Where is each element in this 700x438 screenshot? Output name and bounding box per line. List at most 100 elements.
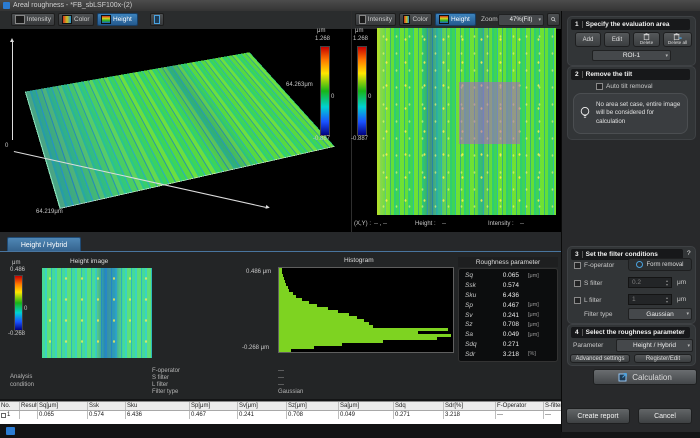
calculation-button[interactable]: Calculation — [593, 369, 697, 385]
chevron-down-icon: ▾ — [687, 343, 690, 349]
table-cell — [20, 411, 38, 419]
height-colorbar-unit: μm — [12, 260, 20, 266]
table-cell: 0.049 — [339, 411, 394, 419]
register-edit-button[interactable]: Register/Edit — [634, 354, 692, 363]
2d-colorbar-unit: μm — [355, 28, 363, 34]
z-axis-line — [12, 42, 13, 140]
chevron-down-icon: ▾ — [538, 17, 541, 23]
trash-icon — [643, 33, 650, 40]
parameter-select[interactable]: Height / Hybrid ▾ — [616, 339, 693, 352]
chevron-down-icon: ▾ — [665, 53, 668, 59]
3d-height-button[interactable]: Height — [97, 13, 138, 26]
form-removal-label: Form removal — [646, 262, 683, 268]
status-xy-label: (X,Y) : — [354, 221, 371, 227]
f-operator-checkbox[interactable] — [574, 262, 581, 269]
section1-header: 1 Specify the evaluation area — [571, 19, 690, 30]
filter-type-select[interactable]: Gaussian ▾ — [628, 308, 692, 320]
3d-colorbar-mid: 0 — [331, 94, 334, 100]
s-filter-checkbox[interactable] — [574, 280, 581, 287]
parameter-label: Parameter — [573, 342, 603, 349]
register-edit-label: Register/Edit — [646, 356, 680, 362]
2d-intensity-button[interactable]: Intensity — [355, 13, 396, 26]
roi-overlay[interactable] — [459, 82, 520, 144]
roughness-row: Sdq0.271 — [459, 339, 557, 349]
2d-intensity-label: Intensity — [368, 16, 392, 23]
info-box: No area set case, entire image will be c… — [573, 93, 688, 134]
3d-colorbar-unit: μm — [317, 28, 325, 34]
s-filter-input[interactable]: 0.2 ▴▾ — [628, 277, 672, 288]
help-icon[interactable]: ? — [687, 250, 691, 257]
auto-tilt-checkbox[interactable] — [596, 83, 603, 90]
row-select-checkbox[interactable] — [1, 413, 6, 418]
l-filter-unit: μm — [677, 296, 686, 303]
add-button[interactable]: Add — [575, 32, 601, 47]
color-icon — [62, 15, 72, 24]
2d-colorbar-mid: 0 — [368, 94, 371, 100]
section2-title: Remove the tilt — [586, 71, 633, 78]
analysis-f-operator-value: --- — [278, 368, 284, 374]
2d-color-button[interactable]: Color — [399, 13, 432, 26]
roughness-row: Sz0.708[μm] — [459, 320, 557, 330]
table-header-cell: Ssk — [88, 402, 126, 410]
l-filter-checkbox[interactable] — [574, 297, 581, 304]
delete-button[interactable]: Delete — [633, 32, 660, 47]
taskbar-app-icon[interactable] — [6, 427, 15, 435]
table-header-cell: No. — [0, 402, 20, 410]
view-divider — [351, 11, 352, 232]
circle-icon — [636, 261, 643, 268]
2d-color-label: Color — [412, 16, 428, 23]
intensity-icon — [15, 15, 25, 24]
calculation-label: Calculation — [632, 373, 672, 382]
chevron-down-icon: ▾ — [686, 311, 689, 317]
roi-select[interactable]: ROI-1 ▾ — [592, 50, 671, 61]
zoom-value: 47%(Fit) — [510, 17, 533, 23]
bulb-icon — [579, 106, 591, 121]
height-colorbar-max: 0.486 — [10, 267, 25, 273]
table-row[interactable]: 10.0650.5746.4360.4670.2410.7080.0490.27… — [0, 411, 561, 419]
3d-height-label: Height — [113, 16, 132, 23]
create-report-button[interactable]: Create report — [566, 408, 630, 424]
table-header-cell: Sq[μm] — [38, 402, 88, 410]
table-header-cell: Sp[μm] — [190, 402, 238, 410]
edit-button[interactable]: Edit — [604, 32, 630, 47]
create-report-label: Create report — [577, 413, 618, 420]
3d-color-button[interactable]: Color — [58, 13, 94, 26]
histogram-max-label: 0.486 μm — [246, 269, 271, 275]
s-filter-value: 0.2 — [632, 279, 641, 286]
zoom-select[interactable]: 47%(Fit) ▾ — [498, 14, 544, 26]
3d-display-settings-button[interactable] — [150, 13, 164, 26]
table-cell: --- — [544, 411, 561, 419]
status-height-value: -- — [442, 221, 446, 227]
table-cell: 0.065 — [38, 411, 88, 419]
table-header-cell: Sdr[%] — [444, 402, 496, 410]
add-label: Add — [583, 37, 594, 43]
roughness-row: Sku6.436 — [459, 291, 557, 301]
histogram-min-label: -0.268 μm — [242, 345, 269, 351]
cancel-button[interactable]: Cancel — [638, 408, 692, 424]
table-cell: 6.436 — [126, 411, 190, 419]
roughness-title-label: Roughness parameter — [476, 259, 540, 266]
magnify-button[interactable] — [547, 13, 560, 26]
color-icon — [403, 15, 410, 24]
form-removal-button[interactable]: Form removal — [628, 258, 692, 271]
l-filter-input[interactable]: 1 ▴▾ — [628, 294, 672, 305]
title-bar: Areal roughness - *FB_sbLSF100x-(2) — [0, 0, 700, 11]
surface-2d-map[interactable] — [377, 28, 556, 215]
roughness-row: Sa0.049[μm] — [459, 330, 557, 340]
3d-origin-label: 0 — [5, 143, 8, 149]
histogram-plot — [278, 267, 454, 353]
2d-colorbar-max: 1.268 — [353, 36, 368, 42]
advanced-settings-button[interactable]: Advanced settings — [570, 354, 630, 363]
2d-height-button[interactable]: Height — [435, 13, 476, 26]
delete-all-button[interactable]: Delete all — [663, 32, 692, 47]
height-icon — [101, 15, 111, 24]
height-image[interactable] — [42, 268, 152, 358]
spinner-icon[interactable]: ▴▾ — [666, 279, 668, 286]
table-cell: 0.574 — [88, 411, 126, 419]
roughness-row: Sq0.065[μm] — [459, 271, 557, 281]
app-window: Areal roughness - *FB_sbLSF100x-(2) Inte… — [0, 0, 700, 438]
spinner-icon[interactable]: ▴▾ — [666, 296, 668, 303]
3d-intensity-button[interactable]: Intensity — [11, 13, 55, 26]
status-intensity-value: -- — [520, 221, 524, 227]
histogram-bar — [279, 349, 291, 352]
